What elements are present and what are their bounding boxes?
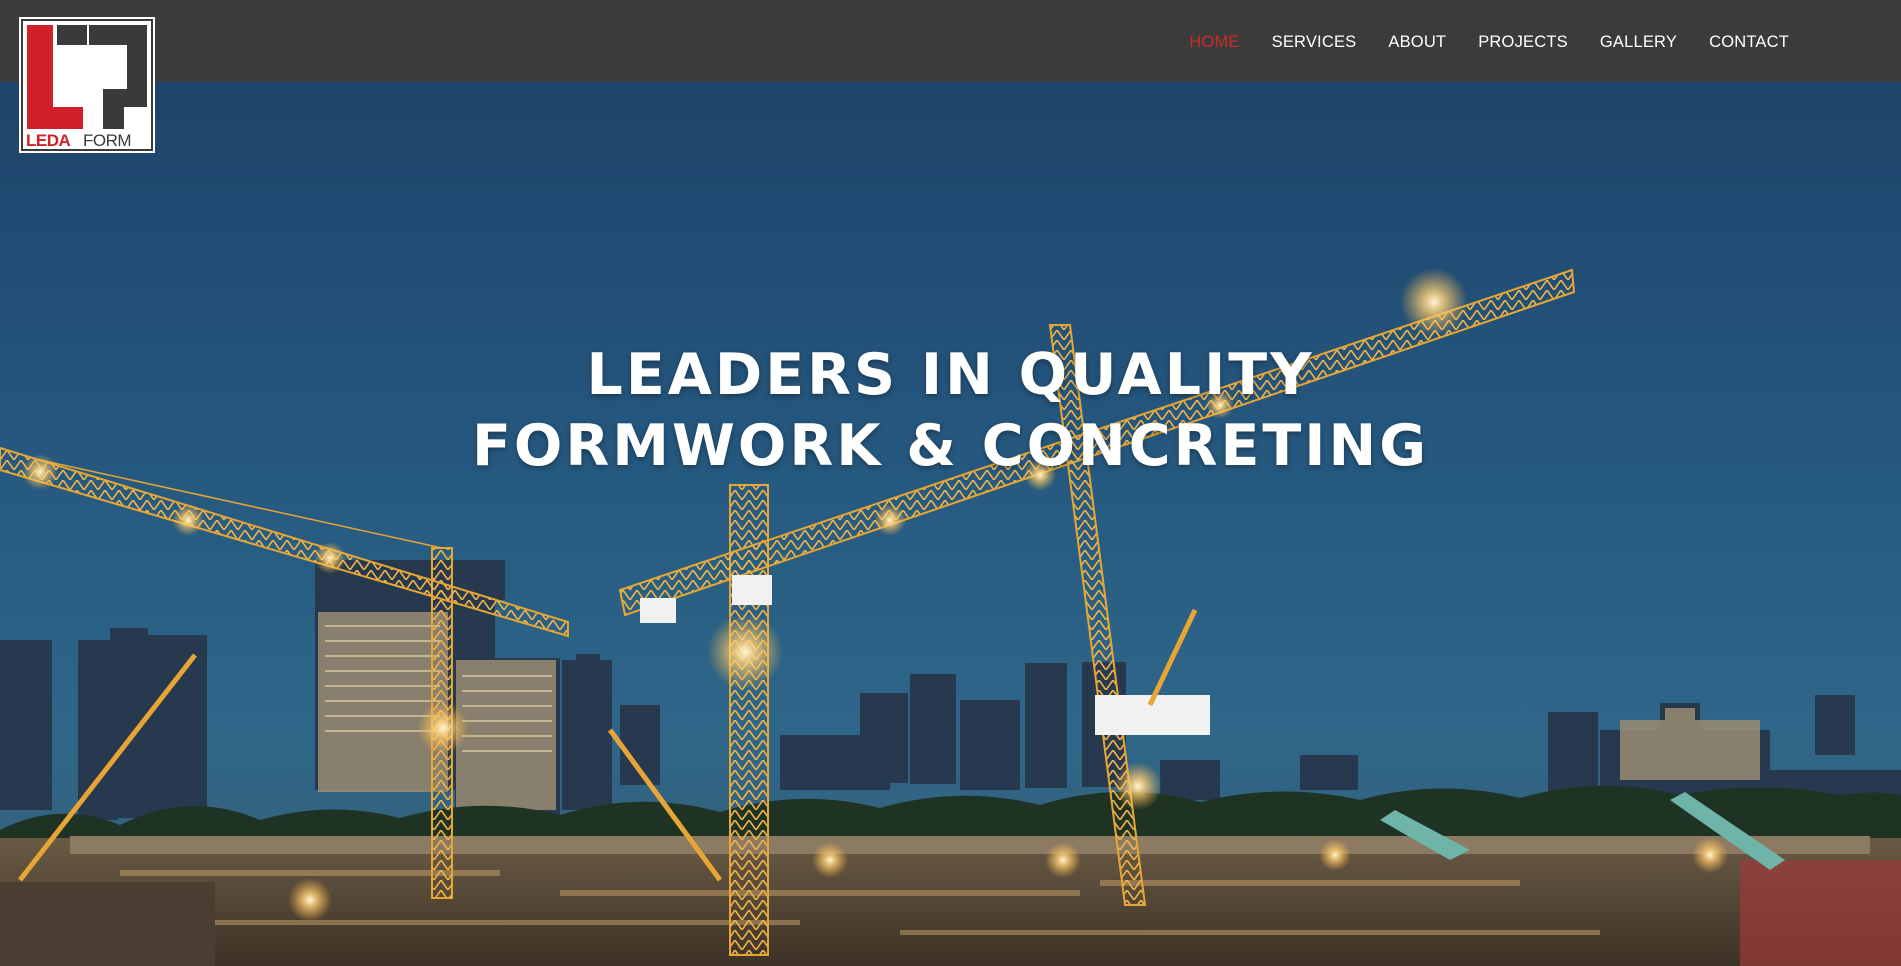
hero-headline-line-1: LEADERS IN QUALITY [586,342,1315,408]
nav-item-projects[interactable]: PROJECTS [1478,34,1568,51]
hero-banner [0,0,1901,966]
nav-item-gallery[interactable]: GALLERY [1600,34,1677,51]
nav-item-services[interactable]: SERVICES [1272,34,1357,51]
nav-item-about[interactable]: ABOUT [1388,34,1446,51]
logo-text-right: FORM [83,131,131,150]
hero-background-image [0,0,1901,966]
ledaform-logo[interactable]: LEDA FORM [19,17,155,153]
hero-headline: LEADERS IN QUALITY FORMWORK & CONCRETING [0,340,1901,482]
nav-item-contact[interactable]: CONTACT [1709,34,1789,51]
logo-mark-icon: LEDA FORM [19,17,155,153]
nav-item-home[interactable]: HOME [1189,34,1239,51]
hero-headline-line-2: FORMWORK & CONCRETING [471,413,1430,479]
main-menu: HOME SERVICES ABOUT PROJECTS GALLERY CON… [1157,0,1789,84]
logo-text-left: LEDA [26,131,71,150]
